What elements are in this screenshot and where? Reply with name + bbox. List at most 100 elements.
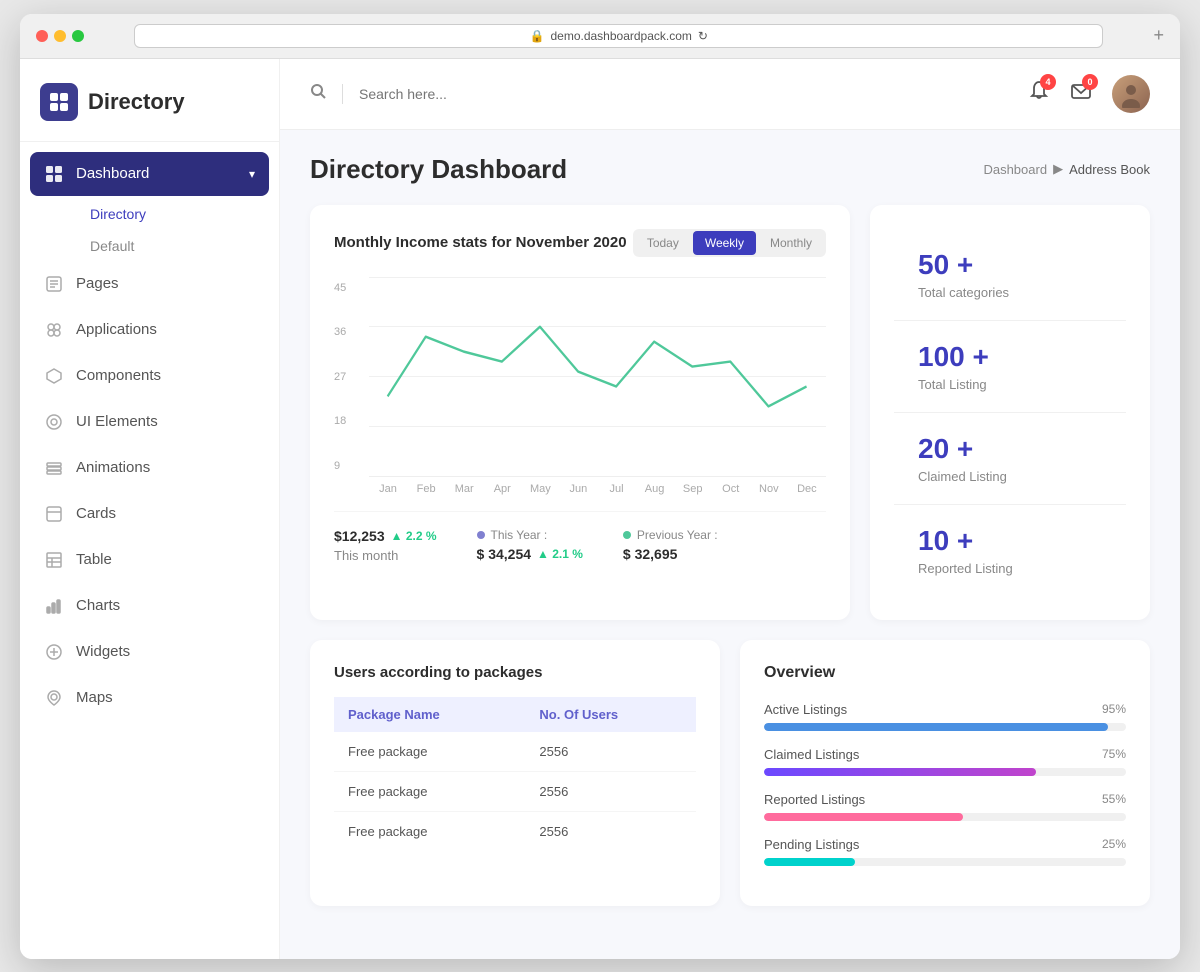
- maximize-dot[interactable]: [72, 30, 84, 42]
- col-package-name: Package Name: [334, 697, 525, 732]
- avatar[interactable]: [1112, 75, 1150, 113]
- x-label-apr: Apr: [483, 483, 521, 495]
- sidebar-item-label: Components: [76, 367, 161, 384]
- maps-icon: [44, 688, 64, 708]
- sidebar-item-components[interactable]: Components: [30, 354, 269, 398]
- sidebar-item-charts[interactable]: Charts: [30, 584, 269, 628]
- table-icon: [44, 550, 64, 570]
- sidebar-sub-items: Directory Default: [30, 198, 269, 262]
- bars-container: [369, 277, 826, 476]
- breadcrumb: Dashboard ▶ Address Book: [983, 161, 1150, 177]
- breadcrumb-current: Address Book: [1069, 162, 1150, 177]
- search-icon: [310, 83, 326, 104]
- sidebar-item-ui-elements[interactable]: UI Elements: [30, 400, 269, 444]
- search-divider: [342, 84, 343, 104]
- sidebar-item-label: Animations: [76, 459, 150, 476]
- progress-pending-listings: Pending Listings 25%: [764, 837, 1126, 866]
- logo-text: Directory: [88, 89, 185, 115]
- prev-year-label: Previous Year :: [637, 528, 718, 542]
- progress-header-claimed: Claimed Listings 75%: [764, 747, 1126, 762]
- chart-card-header: Monthly Income stats for November 2020 T…: [334, 229, 826, 257]
- chart-area: [369, 277, 826, 477]
- stat-number-listing: 100 +: [918, 341, 1102, 373]
- notifications-button[interactable]: 4: [1028, 80, 1050, 108]
- progress-claimed-listings: Claimed Listings 75%: [764, 747, 1126, 776]
- package-users-1: 2556: [525, 732, 696, 772]
- reload-icon[interactable]: ↻: [698, 29, 708, 43]
- x-label-dec: Dec: [788, 483, 826, 495]
- legend-this-month: $12,253 ▲ 2.2 % This month: [334, 528, 437, 563]
- logo-icon: [40, 83, 78, 121]
- url-bar[interactable]: 🔒 demo.dashboardpack.com ↻: [134, 24, 1103, 48]
- progress-fill-pending: [764, 858, 855, 866]
- y-label-18: 18: [334, 415, 346, 427]
- package-name-3: Free package: [334, 811, 525, 851]
- progress-pct-active: 95%: [1102, 702, 1126, 716]
- tab-weekly[interactable]: Weekly: [693, 231, 756, 255]
- header-actions: 4 0: [1028, 75, 1150, 113]
- table-row: Free package 2556: [334, 811, 696, 851]
- minimize-dot[interactable]: [54, 30, 66, 42]
- messages-badge: 0: [1082, 74, 1098, 90]
- stat-number-claimed: 20 +: [918, 433, 1102, 465]
- package-name-2: Free package: [334, 771, 525, 811]
- search-input[interactable]: [359, 86, 1012, 102]
- x-label-may: May: [521, 483, 559, 495]
- notifications-badge: 4: [1040, 74, 1056, 90]
- x-label-mar: Mar: [445, 483, 483, 495]
- stat-total-categories: 50 + Total categories: [894, 229, 1126, 321]
- messages-button[interactable]: 0: [1070, 80, 1092, 108]
- sidebar-sub-item-default[interactable]: Default: [76, 230, 269, 262]
- chart-card: Monthly Income stats for November 2020 T…: [310, 205, 850, 620]
- prev-year-header: Previous Year :: [623, 528, 718, 542]
- charts-icon: [44, 596, 64, 616]
- breadcrumb-parent[interactable]: Dashboard: [983, 162, 1047, 177]
- stat-total-listing: 100 + Total Listing: [894, 321, 1126, 413]
- chart-title: Monthly Income stats for November 2020: [334, 234, 627, 251]
- prev-year-value: $ 32,695: [623, 546, 718, 562]
- sidebar-item-dashboard[interactable]: Dashboard ▾: [30, 152, 269, 196]
- y-label-36: 36: [334, 326, 346, 338]
- page-header: Directory Dashboard Dashboard ▶ Address …: [310, 154, 1150, 185]
- sidebar-logo: Directory: [20, 59, 279, 141]
- sidebar-item-table[interactable]: Table: [30, 538, 269, 582]
- tab-today[interactable]: Today: [635, 231, 691, 255]
- sidebar-item-cards[interactable]: Cards: [30, 492, 269, 536]
- dashboard-icon: [44, 164, 64, 184]
- new-tab-button[interactable]: +: [1153, 25, 1164, 46]
- applications-icon: [44, 320, 64, 340]
- sidebar-item-widgets[interactable]: Widgets: [30, 630, 269, 674]
- close-dot[interactable]: [36, 30, 48, 42]
- this-year-dot: [477, 531, 485, 539]
- sidebar-item-label: Maps: [76, 689, 113, 706]
- sidebar-item-animations[interactable]: Animations: [30, 446, 269, 490]
- this-month-value: $12,253 ▲ 2.2 %: [334, 528, 437, 544]
- tab-monthly[interactable]: Monthly: [758, 231, 824, 255]
- stat-label-categories: Total categories: [918, 285, 1102, 300]
- overview-card: Overview Active Listings 95%: [740, 640, 1150, 906]
- packages-card: Users according to packages Package Name…: [310, 640, 720, 906]
- stat-claimed-listing: 20 + Claimed Listing: [894, 413, 1126, 505]
- sidebar-item-label: Widgets: [76, 643, 130, 660]
- sidebar-item-maps[interactable]: Maps: [30, 676, 269, 720]
- chart-legend: $12,253 ▲ 2.2 % This month This Year :: [334, 511, 826, 563]
- progress-label-active: Active Listings: [764, 702, 847, 717]
- sidebar-sub-item-directory[interactable]: Directory: [76, 198, 269, 230]
- progress-fill-active: [764, 723, 1108, 731]
- top-header: 4 0: [280, 59, 1180, 130]
- sidebar-item-pages[interactable]: Pages: [30, 262, 269, 306]
- y-label-27: 27: [334, 371, 346, 383]
- content-area: Directory Dashboard Dashboard ▶ Address …: [280, 130, 1180, 930]
- sidebar-item-applications[interactable]: Applications: [30, 308, 269, 352]
- x-label-feb: Feb: [407, 483, 445, 495]
- progress-fill-reported: [764, 813, 963, 821]
- y-label-45: 45: [334, 282, 346, 294]
- packages-title: Users according to packages: [334, 664, 696, 681]
- progress-reported-listings: Reported Listings 55%: [764, 792, 1126, 821]
- this-year-header: This Year :: [477, 528, 583, 542]
- packages-table: Package Name No. Of Users Free package 2…: [334, 697, 696, 851]
- avatar-image: [1112, 75, 1150, 113]
- breadcrumb-separator: ▶: [1053, 161, 1063, 177]
- sidebar-item-label: Table: [76, 551, 112, 568]
- progress-track-reported: [764, 813, 1126, 821]
